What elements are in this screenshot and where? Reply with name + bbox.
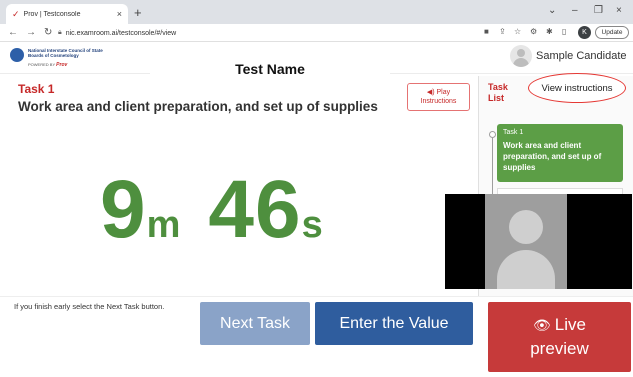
extension-icon[interactable]: ⚙: [530, 27, 537, 36]
play-instructions-label: ◀) Play: [426, 89, 451, 96]
update-button[interactable]: Update: [595, 26, 629, 39]
browser-tab[interactable]: ✓ Prov | Testconsole ×: [6, 4, 128, 24]
task-title: Work area and client preparation, and se…: [18, 99, 378, 114]
view-instructions-link[interactable]: View instructions: [528, 73, 626, 103]
task-list-item[interactable]: Task 1 Work area and client preparation,…: [497, 124, 623, 182]
timer-minutes: 9: [100, 164, 147, 255]
live-preview-button[interactable]: 👁 Live preview: [488, 302, 631, 372]
tab-title: Prov | Testconsole: [23, 10, 81, 18]
candidate-name: Sample Candidate: [536, 50, 627, 62]
play-instructions-button[interactable]: ◀) Play Instructions: [407, 83, 470, 111]
back-icon[interactable]: ←: [8, 27, 18, 38]
logo-emblem-icon: [10, 48, 24, 62]
forward-icon[interactable]: →: [26, 27, 36, 38]
close-icon[interactable]: ×: [117, 9, 122, 19]
logo-powered: POWERED BY Prov: [28, 62, 68, 68]
puzzle-icon[interactable]: ✱: [546, 27, 553, 36]
camera-icon[interactable]: ■: [484, 27, 489, 36]
new-tab-button[interactable]: +: [134, 5, 142, 20]
timer-seconds-unit: s: [301, 204, 323, 246]
enter-value-button[interactable]: Enter the Value: [315, 302, 473, 345]
logo-text: National Interstate Council of State Boa…: [28, 48, 103, 58]
timeline-dot-icon: [489, 131, 496, 138]
task-list-label: Task List: [488, 82, 508, 103]
task-label: Task 1: [18, 82, 55, 96]
play-instructions-label-2: Instructions: [420, 98, 457, 105]
timer-seconds: 46: [208, 164, 302, 255]
reload-icon[interactable]: ↻: [44, 27, 52, 38]
app-root: ✓ Prov | Testconsole × + ⌄ – ❐ × ← → ↻ 🔒…: [0, 0, 633, 377]
share-icon[interactable]: ⇪: [499, 27, 506, 36]
timer-minutes-unit: m: [146, 204, 181, 246]
lock-icon: 🔒︎: [58, 29, 62, 36]
task-card-label: Task 1: [503, 129, 524, 136]
candidate-avatar: [510, 45, 532, 67]
countdown-timer: 9 m 46 s: [100, 165, 323, 255]
browser-tabbar: ✓ Prov | Testconsole × + ⌄ – ❐ ×: [0, 0, 633, 24]
url-text: nic.examroom.ai/testconsole/#/view: [65, 29, 177, 37]
restore-button[interactable]: ❐: [594, 5, 603, 16]
speaker-icon: ◀): [426, 89, 435, 96]
star-icon[interactable]: ☆: [514, 27, 521, 36]
live-preview-label: 👁 Live: [533, 315, 586, 334]
close-window-button[interactable]: ×: [616, 5, 622, 16]
browser-toolbar: ← → ↻ 🔒︎ nic.examroom.ai/testconsole/#/v…: [0, 24, 633, 42]
tab-search-icon[interactable]: ⌄: [548, 5, 556, 16]
webcam-placeholder-avatar: [485, 194, 567, 289]
minimize-button[interactable]: –: [572, 5, 578, 16]
profile-avatar[interactable]: K: [578, 26, 591, 39]
test-name: Test Name: [150, 56, 390, 82]
task-card-title: Work area and client preparation, and se…: [503, 141, 602, 172]
next-task-button[interactable]: Next Task: [200, 302, 310, 345]
address-bar[interactable]: 🔒︎ nic.examroom.ai/testconsole/#/view: [58, 26, 358, 40]
favicon-icon: ✓: [12, 8, 20, 19]
live-preview-label-2: preview: [530, 339, 589, 358]
footer-hint: If you finish early select the Next Task…: [14, 302, 165, 311]
sidepanel-icon[interactable]: ▯: [562, 27, 566, 36]
nic-logo: National Interstate Council of State Boa…: [10, 46, 103, 68]
eye-slash-icon: 👁: [533, 317, 551, 333]
